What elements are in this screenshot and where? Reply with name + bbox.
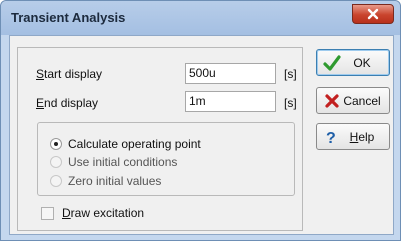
x-icon xyxy=(323,92,341,110)
svg-text:?: ? xyxy=(326,130,336,146)
cancel-button[interactable]: Cancel xyxy=(316,87,390,114)
draw-excitation-checkbox[interactable] xyxy=(41,206,54,220)
option-zero-initial-values[interactable]: Zero initial values xyxy=(50,174,161,188)
option-calculate-operating-point[interactable]: Calculate operating point xyxy=(50,137,201,151)
draw-excitation-label: Draw excitation xyxy=(62,206,145,220)
draw-excitation-checkbox-row[interactable]: Draw excitation xyxy=(41,206,144,220)
option-use-initial-conditions[interactable]: Use initial conditions xyxy=(50,155,177,169)
option-label: Zero initial values xyxy=(68,174,162,188)
dialog-title: Transient Analysis xyxy=(11,10,126,25)
end-display-label: End display xyxy=(36,96,99,110)
radio-button[interactable] xyxy=(50,156,62,168)
ok-button-label: OK xyxy=(353,55,371,70)
end-display-unit: [s] xyxy=(284,96,297,110)
start-display-unit: [s] xyxy=(284,67,297,81)
option-label: Calculate operating point xyxy=(68,137,201,151)
close-button[interactable] xyxy=(352,4,394,24)
radio-button[interactable] xyxy=(50,175,62,187)
ok-button[interactable]: OK xyxy=(316,49,390,76)
help-button[interactable]: ? Help xyxy=(316,123,390,150)
help-button-label: Help xyxy=(349,129,375,144)
question-icon: ? xyxy=(323,128,341,146)
end-display-input[interactable]: 1m xyxy=(185,91,276,112)
radio-button-selected[interactable] xyxy=(50,138,62,150)
check-icon xyxy=(323,54,341,72)
title-bar[interactable]: Transient Analysis xyxy=(1,1,400,35)
cancel-button-label: Cancel xyxy=(343,93,381,108)
option-label: Use initial conditions xyxy=(68,155,178,169)
start-display-value: 500u xyxy=(189,66,216,80)
end-display-value: 1m xyxy=(189,94,206,108)
start-display-input[interactable]: 500u xyxy=(185,63,276,84)
close-icon xyxy=(367,8,379,20)
start-display-label: Start display xyxy=(36,67,103,81)
